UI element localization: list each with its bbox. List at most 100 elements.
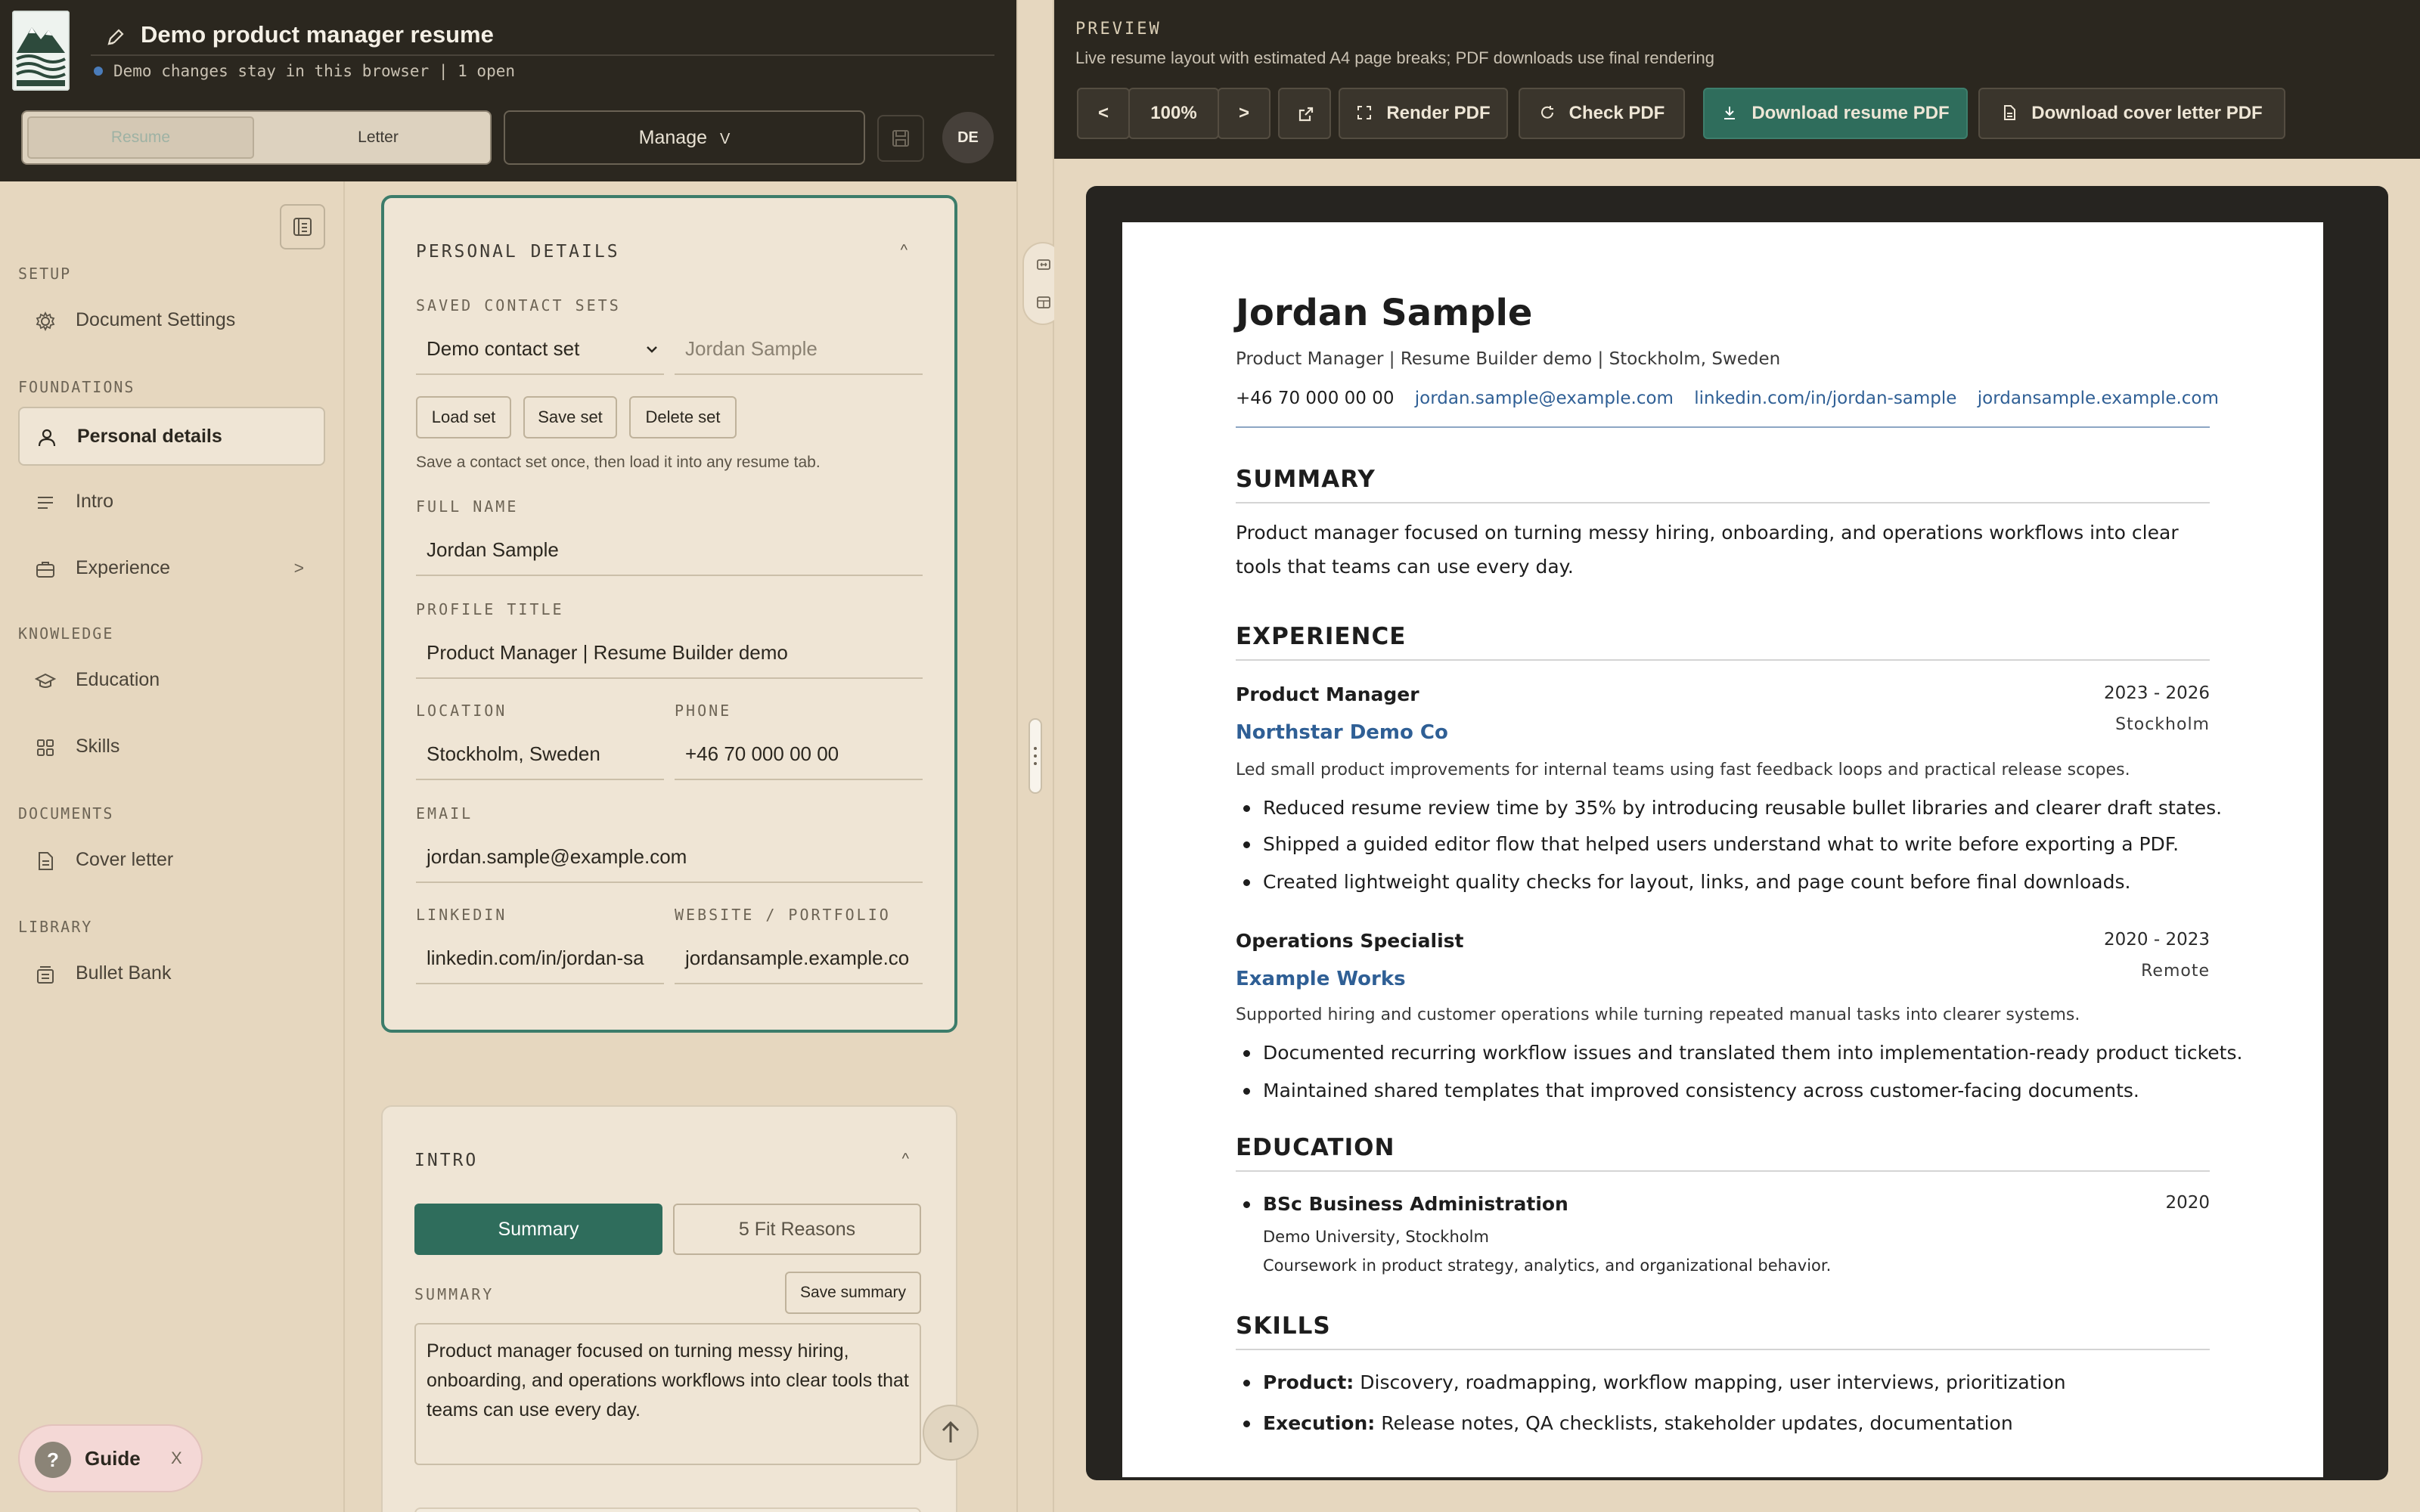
save-set-button[interactable]: Save set bbox=[523, 396, 617, 438]
resume-email-link[interactable]: jordan.sample@example.com bbox=[1415, 389, 1674, 408]
sidebar-item-intro[interactable]: Intro bbox=[18, 473, 325, 532]
app-logo[interactable] bbox=[12, 11, 70, 91]
job-dates: 2020 - 2023 bbox=[2104, 930, 2210, 950]
resume-contact: +46 70 000 00 00 jordan.sample@example.c… bbox=[1236, 389, 2234, 408]
manage-button[interactable]: Manage V bbox=[504, 110, 865, 165]
sidebar-item-label: Bullet Bank bbox=[76, 962, 172, 984]
open-external-button[interactable] bbox=[1278, 88, 1331, 139]
download-cover-letter-pdf-button[interactable]: Download cover letter PDF bbox=[1978, 88, 2285, 139]
preview-header: PREVIEW Live resume layout with estimate… bbox=[1054, 0, 2420, 159]
download-letter-label: Download cover letter PDF bbox=[2031, 103, 2263, 123]
sidebar-toggle-icon bbox=[293, 218, 312, 236]
expand-icon bbox=[1357, 105, 1372, 119]
resize-handle[interactable] bbox=[1028, 718, 1042, 794]
language-button[interactable]: DE bbox=[942, 112, 994, 163]
full-name-field[interactable]: Jordan Sample bbox=[416, 523, 923, 576]
download-resume-pdf-button[interactable]: Download resume PDF bbox=[1703, 88, 1968, 139]
next-field[interactable] bbox=[414, 1507, 921, 1512]
phone-label: PHONE bbox=[675, 702, 732, 720]
linkedin-label: LINKEDIN bbox=[416, 906, 507, 924]
sidebar-item-document-settings[interactable]: Document Settings bbox=[18, 292, 325, 351]
status-text: Demo changes stay in this browser | 1 op… bbox=[113, 62, 516, 80]
section-divider bbox=[1236, 1170, 2210, 1172]
summary-textarea[interactable]: Product manager focused on turning messy… bbox=[414, 1323, 921, 1465]
profile-title-label: PROFILE TITLE bbox=[416, 600, 564, 618]
drag-dots-icon bbox=[1034, 747, 1037, 765]
delete-set-button[interactable]: Delete set bbox=[629, 396, 737, 438]
save-summary-button[interactable]: Save summary bbox=[785, 1272, 921, 1314]
contact-set-select[interactable]: Demo contact set bbox=[416, 322, 664, 375]
education-note: Coursework in product strategy, analytic… bbox=[1263, 1256, 1832, 1275]
skill-name: Product: bbox=[1263, 1371, 1354, 1393]
zoom-level[interactable]: 100% bbox=[1128, 88, 1219, 139]
sidebar-item-label: Intro bbox=[76, 491, 114, 512]
fit-width-icon bbox=[1037, 259, 1050, 270]
load-set-button[interactable]: Load set bbox=[416, 396, 511, 438]
resume-linkedin-link[interactable]: linkedin.com/in/jordan-sample bbox=[1694, 389, 1956, 408]
section-divider bbox=[1236, 502, 2210, 503]
sidebar-item-bullet-bank[interactable]: Bullet Bank bbox=[18, 945, 325, 1004]
prev-page-button[interactable]: < bbox=[1077, 88, 1130, 139]
next-page-button[interactable]: > bbox=[1218, 88, 1270, 139]
guide-button[interactable]: ? Guide X bbox=[18, 1424, 203, 1492]
scroll-to-top-button[interactable] bbox=[923, 1405, 979, 1461]
card-title: PERSONAL DETAILS bbox=[416, 242, 620, 262]
save-button[interactable] bbox=[877, 115, 924, 162]
sidebar-item-personal-details[interactable]: Personal details bbox=[18, 407, 325, 466]
job-bullet: Documented recurring workflow issues and… bbox=[1243, 1042, 2243, 1064]
document-title[interactable]: Demo product manager resume bbox=[141, 21, 494, 48]
section-label-foundations: FOUNDATIONS bbox=[18, 378, 135, 396]
external-link-icon bbox=[1298, 107, 1314, 122]
sidebar-item-education[interactable]: Education bbox=[18, 652, 325, 711]
render-pdf-label: Render PDF bbox=[1386, 103, 1491, 123]
tab-letter[interactable]: Letter bbox=[272, 116, 484, 159]
skill-item: Product: Discovery, roadmapping, workflo… bbox=[1243, 1371, 2066, 1393]
email-label: EMAIL bbox=[416, 804, 473, 823]
collapse-caret-icon[interactable]: ^ bbox=[901, 242, 908, 259]
website-field[interactable]: jordansample.example.co bbox=[675, 931, 923, 984]
job-company: Northstar Demo Co bbox=[1236, 721, 1448, 744]
collapse-caret-icon[interactable]: ^ bbox=[902, 1151, 909, 1168]
linkedin-field[interactable]: linkedin.com/in/jordan-sa bbox=[416, 931, 664, 984]
location-field[interactable]: Stockholm, Sweden bbox=[416, 727, 664, 780]
sidebar-item-skills[interactable]: Skills bbox=[18, 718, 325, 777]
close-icon[interactable]: X bbox=[171, 1448, 182, 1468]
edit-title-icon[interactable] bbox=[106, 27, 126, 47]
skill-item: Execution: Release notes, QA checklists,… bbox=[1243, 1412, 2013, 1434]
full-name-label: FULL NAME bbox=[416, 497, 519, 516]
tab-resume[interactable]: Resume bbox=[27, 116, 254, 159]
collapse-sidebar-button[interactable] bbox=[280, 204, 325, 249]
layout-icon bbox=[1037, 296, 1050, 308]
job-bullet: Created lightweight quality checks for l… bbox=[1243, 871, 2131, 893]
education-heading: EDUCATION bbox=[1236, 1134, 1395, 1161]
intro-card: INTRO ^ Summary 5 Fit Reasons SUMMARY Sa… bbox=[381, 1105, 957, 1512]
check-pdf-button[interactable]: Check PDF bbox=[1519, 88, 1685, 139]
email-field[interactable]: jordan.sample@example.com bbox=[416, 830, 923, 883]
render-pdf-button[interactable]: Render PDF bbox=[1339, 88, 1508, 139]
sidebar-item-cover-letter[interactable]: Cover letter bbox=[18, 832, 325, 891]
section-divider bbox=[1236, 659, 2210, 661]
sidebar: SETUP Document Settings FOUNDATIONS Pers… bbox=[0, 181, 345, 1512]
panel-splitter[interactable] bbox=[1016, 0, 1063, 1512]
job-bullet: Shipped a guided editor flow that helped… bbox=[1243, 833, 2180, 855]
manage-label: Manage bbox=[638, 127, 708, 148]
job-bullet: Maintained shared templates that improve… bbox=[1243, 1080, 2139, 1101]
check-pdf-label: Check PDF bbox=[1568, 103, 1665, 123]
profile-title-field[interactable]: Product Manager | Resume Builder demo bbox=[416, 626, 923, 679]
tab-summary[interactable]: Summary bbox=[414, 1204, 662, 1255]
resume-title-line: Product Manager | Resume Builder demo | … bbox=[1236, 349, 1781, 369]
resume-page: Jordan Sample Product Manager | Resume B… bbox=[1122, 222, 2323, 1477]
status-dot-icon bbox=[94, 67, 103, 76]
chevron-right-icon: > bbox=[293, 558, 304, 578]
sidebar-item-experience[interactable]: Experience > bbox=[18, 540, 325, 599]
job-description: Supported hiring and customer operations… bbox=[1236, 1005, 2080, 1024]
phone-field[interactable]: +46 70 000 00 00 bbox=[675, 727, 923, 780]
sidebar-item-label: Document Settings bbox=[76, 309, 236, 330]
skill-name: Execution: bbox=[1263, 1412, 1376, 1434]
education-school: Demo University, Stockholm bbox=[1263, 1228, 1489, 1246]
tab-fit-reasons[interactable]: 5 Fit Reasons bbox=[673, 1204, 921, 1255]
resume-name: Jordan Sample bbox=[1236, 292, 1533, 334]
set-name-input[interactable]: Jordan Sample bbox=[675, 322, 923, 375]
resume-website-link[interactable]: jordansample.example.com bbox=[1978, 389, 2219, 408]
summary-label: SUMMARY bbox=[414, 1285, 495, 1303]
